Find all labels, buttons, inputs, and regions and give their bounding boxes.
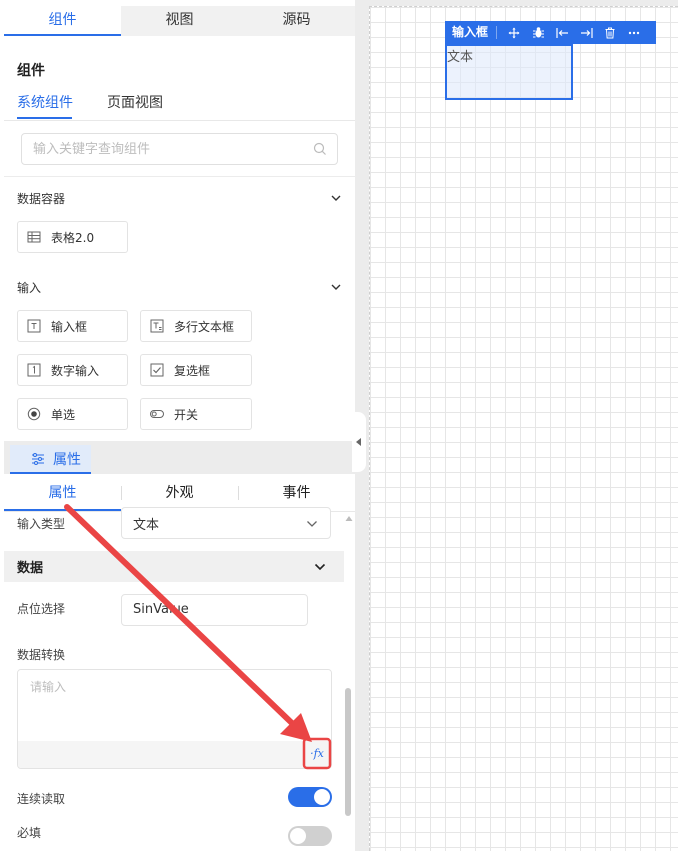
sub-tab-indicator	[17, 117, 72, 119]
tab-source[interactable]: 源码	[238, 6, 355, 36]
editor-footer: ·fx	[18, 741, 331, 768]
input-type-value: 文本	[133, 517, 160, 533]
component-label: 复选框	[174, 363, 211, 378]
tab-system-components[interactable]: 系统组件	[17, 92, 73, 112]
fx-function-button[interactable]: ·fx	[307, 744, 327, 764]
search-icon[interactable]	[313, 142, 327, 156]
properties-panel-label: 属性	[53, 451, 81, 468]
top-tab-bar: 组件 视图 源码	[4, 6, 355, 36]
delete-icon[interactable]	[603, 26, 617, 40]
tab-components[interactable]: 组件	[4, 6, 121, 36]
divider	[4, 176, 355, 177]
input-type-select[interactable]: 文本	[121, 507, 331, 539]
chevron-down-icon[interactable]	[330, 281, 342, 293]
tab-appearance[interactable]: 外观	[121, 476, 238, 511]
toggle-knob	[314, 789, 330, 805]
component-label: 表格2.0	[51, 230, 95, 245]
collapse-panel-button[interactable]	[352, 412, 366, 472]
required-toggle[interactable]	[288, 826, 332, 846]
tab-view[interactable]: 视图	[121, 6, 238, 36]
data-transform-editor: ·fx	[17, 669, 332, 769]
data-section-header[interactable]: 数据	[4, 551, 344, 582]
data-section-title: 数据	[17, 561, 44, 576]
design-canvas[interactable]: 输入框 文本	[369, 6, 678, 851]
more-icon[interactable]	[627, 26, 641, 40]
components-heading: 组件	[17, 63, 45, 79]
divider	[4, 120, 355, 121]
checkbox-icon	[150, 363, 164, 377]
properties-scrollbar[interactable]	[345, 688, 351, 816]
properties-panel-tab[interactable]: 属性	[10, 445, 91, 474]
sliders-icon	[32, 452, 44, 465]
component-switch[interactable]: 开关	[140, 398, 252, 430]
component-radio[interactable]: 单选	[17, 398, 128, 430]
component-label: 单选	[51, 407, 76, 422]
component-number-input[interactable]: 数字输入	[17, 354, 128, 386]
component-checkbox[interactable]: 复选框	[140, 354, 252, 386]
component-label: 开关	[174, 407, 199, 422]
scroll-up-icon[interactable]	[344, 514, 354, 524]
selected-input-widget[interactable]: 文本	[445, 44, 573, 100]
search-input[interactable]	[33, 134, 303, 164]
tab-page-views[interactable]: 页面视图	[107, 92, 163, 112]
toggle-knob	[290, 828, 306, 844]
tab-properties[interactable]: 属性	[4, 476, 121, 511]
text-input-icon	[27, 319, 41, 333]
chevron-down-icon[interactable]	[330, 192, 342, 204]
switch-icon	[150, 410, 164, 418]
input-type-label: 输入类型	[17, 517, 66, 531]
move-icon[interactable]	[507, 26, 521, 40]
properties-strip: 属性	[4, 441, 355, 474]
align-right-icon[interactable]	[579, 26, 593, 40]
data-transform-textarea[interactable]	[18, 670, 331, 742]
component-search	[21, 133, 338, 165]
component-label: 输入框	[51, 319, 88, 334]
align-left-icon[interactable]	[555, 26, 569, 40]
component-textarea[interactable]: 多行文本框	[140, 310, 252, 342]
left-panel: 组件 视图 源码 组件 系统组件 页面视图 数据容器 表格2.0 输入 输入框 …	[0, 0, 355, 851]
chevron-down-icon	[307, 521, 317, 527]
point-select-label: 点位选择	[17, 602, 66, 616]
section-title-data-container: 数据容器	[17, 192, 66, 206]
point-select-input[interactable]: SinValue	[121, 594, 308, 626]
component-input[interactable]: 输入框	[17, 310, 128, 342]
widget-text: 文本	[447, 50, 474, 65]
component-label: 数字输入	[51, 363, 100, 378]
table-icon	[27, 231, 41, 243]
textarea-icon	[150, 319, 164, 333]
data-transform-label: 数据转换	[17, 648, 66, 662]
widget-toolbar: 输入框	[445, 21, 656, 44]
radio-icon	[27, 407, 41, 421]
caret-left-icon	[356, 438, 361, 446]
required-label: 必填	[17, 826, 42, 840]
number-icon	[27, 363, 41, 377]
component-label: 多行文本框	[174, 319, 235, 334]
component-table[interactable]: 表格2.0	[17, 221, 128, 253]
debug-icon[interactable]	[531, 26, 545, 40]
continuous-read-label: 连续读取	[17, 792, 66, 806]
section-title-input: 输入	[17, 281, 42, 295]
widget-toolbar-title: 输入框	[445, 26, 498, 39]
tab-events[interactable]: 事件	[238, 476, 355, 511]
continuous-read-toggle[interactable]	[288, 787, 332, 807]
chevron-down-icon	[314, 563, 326, 571]
